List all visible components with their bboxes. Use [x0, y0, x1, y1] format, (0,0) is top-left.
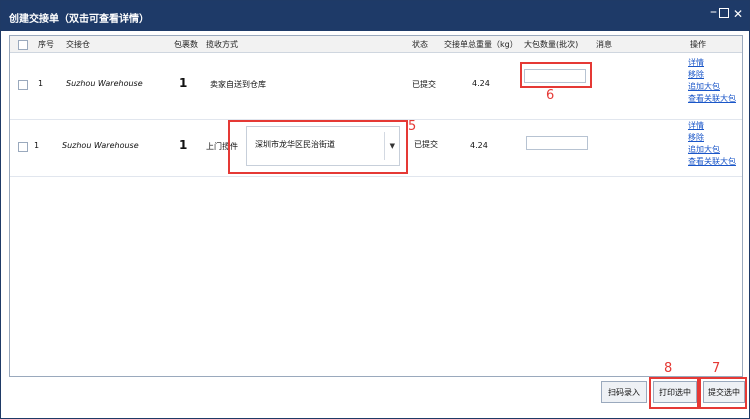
row-weight: 4.24 [470, 141, 488, 150]
close-icon[interactable]: ✕ [733, 7, 743, 21]
row-parcels: 1 [179, 76, 188, 90]
annotation-8: 8 [664, 361, 673, 376]
action-remove-link[interactable]: 移除 [688, 69, 704, 80]
row-index: 1 [34, 141, 40, 150]
bag-count-input[interactable] [526, 136, 588, 150]
row-parcels: 1 [179, 138, 188, 152]
col-bag-count: 大包数量(批次) [524, 40, 579, 49]
col-warehouse: 交接仓 [66, 40, 90, 49]
action-append-bag-link[interactable]: 追加大包 [688, 144, 720, 155]
row-pickup: 卖家自送到仓库 [210, 80, 266, 89]
row-index: 1 [38, 79, 44, 88]
highlight-print [649, 377, 699, 409]
action-detail-link[interactable]: 详情 [688, 57, 704, 68]
select-all-checkbox[interactable] [18, 40, 28, 50]
row-checkbox[interactable] [18, 80, 28, 90]
col-pickup: 揽收方式 [206, 40, 238, 49]
maximize-icon[interactable] [719, 8, 729, 18]
action-append-bag-link[interactable]: 追加大包 [688, 81, 720, 92]
footer-bar: 扫码录入 打印选中 提交选中 [9, 377, 745, 413]
action-view-bags-link[interactable]: 查看关联大包 [688, 156, 736, 167]
row-warehouse: Suzhou Warehouse [62, 141, 139, 150]
row-checkbox[interactable] [18, 142, 28, 152]
annotation-5: 5 [408, 119, 417, 134]
highlight-bag-count [520, 62, 592, 88]
col-status: 状态 [412, 40, 428, 49]
annotation-7: 7 [712, 361, 721, 376]
col-parcels: 包裹数 [174, 40, 198, 49]
col-weight: 交接单总重量（kg） [444, 40, 518, 49]
action-view-bags-link[interactable]: 查看关联大包 [688, 93, 736, 104]
highlight-submit [699, 377, 747, 409]
row-status: 已提交 [414, 140, 438, 149]
title-bar: 创建交接单（双击可查看详情） – ✕ [1, 1, 749, 31]
annotation-6: 6 [546, 88, 555, 103]
handover-grid: 序号 交接仓 包裹数 揽收方式 状态 交接单总重量（kg） 大包数量(批次) 消… [9, 35, 743, 377]
action-detail-link[interactable]: 详情 [688, 120, 704, 131]
scan-entry-button[interactable]: 扫码录入 [601, 381, 647, 403]
row-warehouse: Suzhou Warehouse [66, 79, 143, 88]
col-actions: 操作 [690, 40, 706, 49]
create-handover-dialog: 创建交接单（双击可查看详情） – ✕ 序号 交接仓 包裹数 揽收方式 状态 交接… [0, 0, 750, 419]
table-row[interactable]: 1 Suzhou Warehouse 1 卖家自送到仓库 已提交 4.24 详情… [10, 53, 742, 120]
row-status: 已提交 [412, 80, 436, 89]
row-weight: 4.24 [472, 79, 490, 88]
action-remove-link[interactable]: 移除 [688, 132, 704, 143]
dialog-title: 创建交接单（双击可查看详情） [9, 14, 149, 25]
col-index: 序号 [38, 40, 54, 49]
highlight-address [228, 120, 408, 174]
grid-header: 序号 交接仓 包裹数 揽收方式 状态 交接单总重量（kg） 大包数量(批次) 消… [10, 36, 742, 53]
minimize-icon[interactable]: – [710, 4, 717, 20]
col-message: 消息 [596, 40, 612, 49]
